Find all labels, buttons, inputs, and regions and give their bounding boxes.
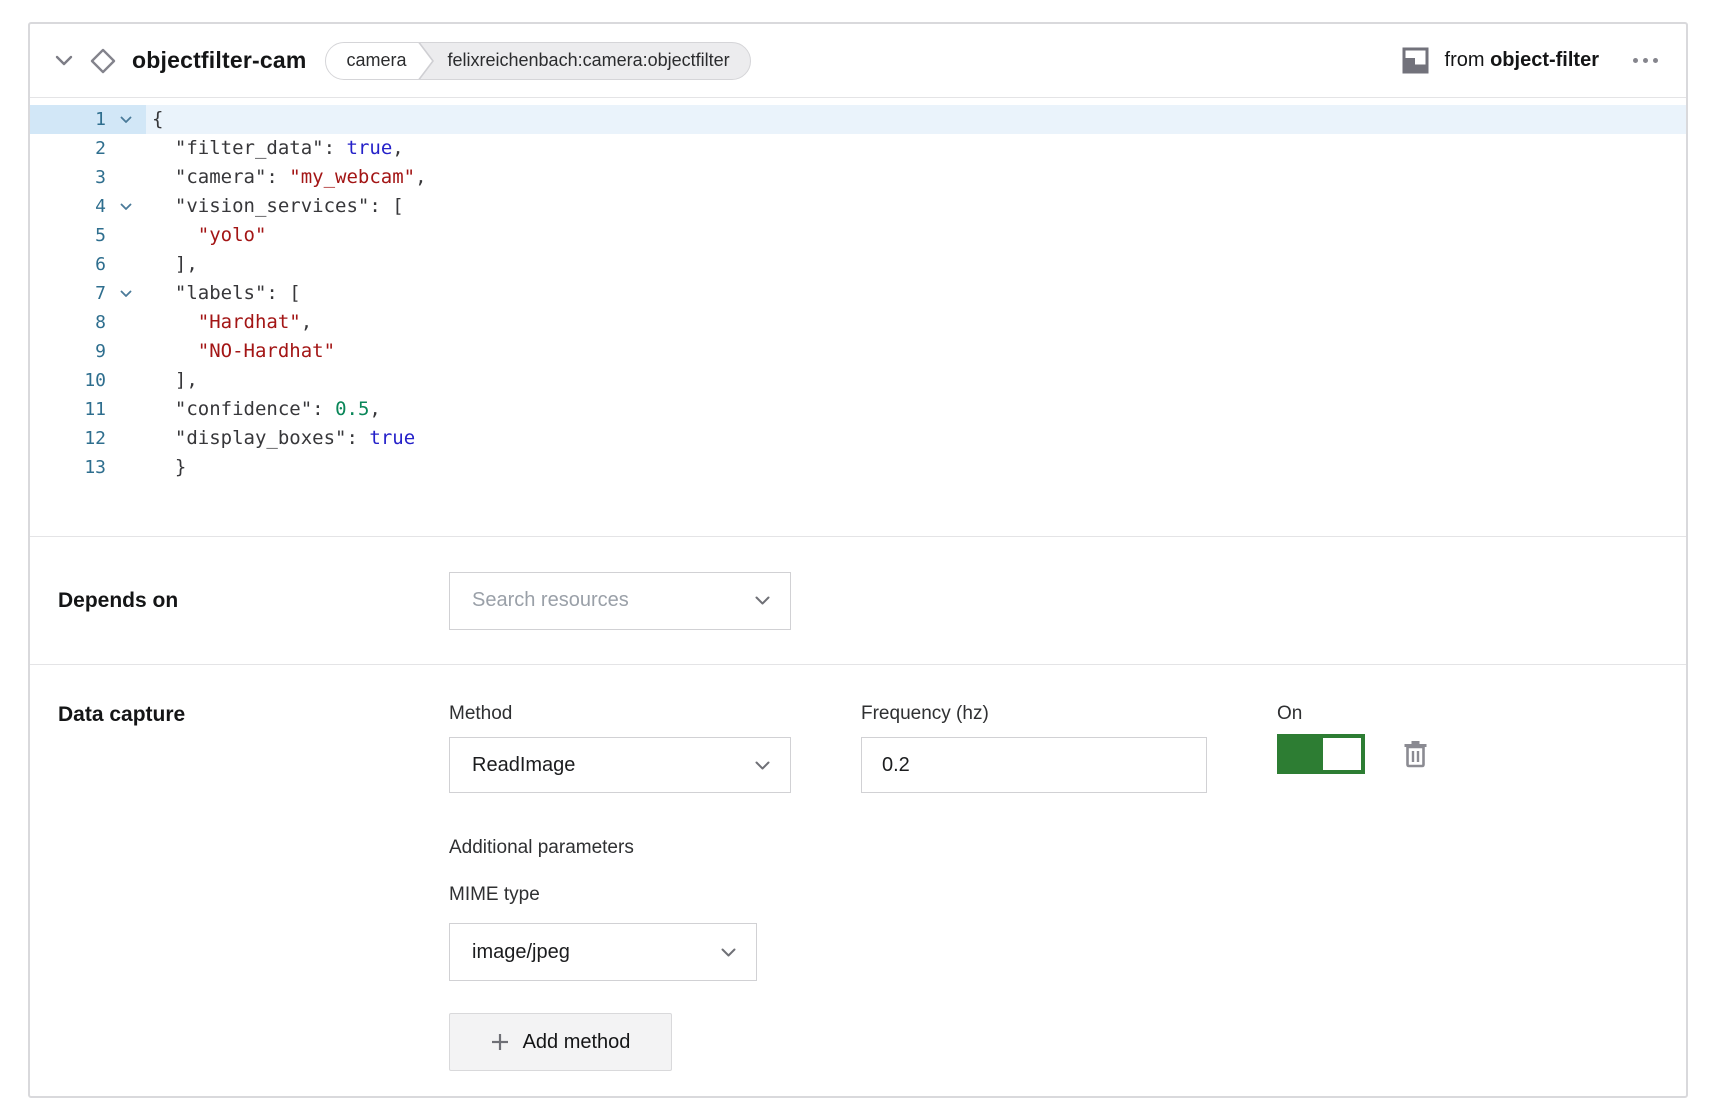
- from-prefix: from: [1445, 49, 1485, 71]
- code-editor[interactable]: 1{2 "filter_data": true,3 "camera": "my_…: [30, 98, 1686, 537]
- line-number: 10: [30, 366, 106, 395]
- fold-toggle[interactable]: [106, 192, 146, 221]
- line-number: 12: [30, 424, 106, 453]
- chevron-down-icon: [721, 948, 736, 957]
- code-line[interactable]: 11 "confidence": 0.5,: [30, 395, 1686, 424]
- fold-spacer: [106, 134, 146, 163]
- fold-spacer: [106, 337, 146, 366]
- component-model-badge: felixreichenbach:camera:objectfilter: [436, 43, 750, 79]
- code-line-text: ],: [146, 366, 1686, 395]
- fold-chevron-icon[interactable]: [120, 290, 132, 298]
- fold-toggle[interactable]: [106, 279, 146, 308]
- component-name: objectfilter-cam: [132, 47, 306, 74]
- depends-on-section: Depends on Search resources: [30, 537, 1686, 665]
- code-line[interactable]: 10 ],: [30, 366, 1686, 395]
- fold-spacer: [106, 366, 146, 395]
- add-method-button[interactable]: Add method: [449, 1013, 672, 1071]
- fold-spacer: [106, 250, 146, 279]
- depends-on-select[interactable]: Search resources: [449, 572, 791, 630]
- mime-type-select[interactable]: image/jpeg: [449, 923, 757, 981]
- code-line[interactable]: 8 "Hardhat",: [30, 308, 1686, 337]
- mime-type-value: image/jpeg: [472, 941, 570, 964]
- chevron-down-icon: [755, 596, 770, 605]
- code-line[interactable]: 6 ],: [30, 250, 1686, 279]
- from-module-label: from object-filter: [1445, 49, 1599, 72]
- add-method-label: Add method: [523, 1031, 631, 1054]
- mime-type-label: MIME type: [449, 884, 1662, 906]
- line-number: 7: [30, 279, 106, 308]
- code-line-text: ],: [146, 250, 1686, 279]
- line-number: 8: [30, 308, 106, 337]
- depends-on-placeholder: Search resources: [472, 589, 629, 612]
- from-module-name[interactable]: object-filter: [1490, 49, 1599, 71]
- toggle-knob: [1323, 738, 1361, 770]
- code-line-text: "yolo": [146, 221, 1686, 250]
- line-number: 2: [30, 134, 106, 163]
- method-value: ReadImage: [472, 754, 575, 777]
- code-line-text: "Hardhat",: [146, 308, 1686, 337]
- line-number: 9: [30, 337, 106, 366]
- toggle-label: On: [1277, 703, 1428, 725]
- plus-icon: [491, 1033, 509, 1051]
- additional-params-label: Additional parameters: [449, 837, 1662, 859]
- data-capture-label: Data capture: [58, 703, 449, 727]
- code-line-text: }: [146, 453, 1686, 482]
- line-number: 3: [30, 163, 106, 192]
- data-capture-section: Data capture Method ReadImage Frequency …: [30, 665, 1686, 1081]
- code-line-text: "confidence": 0.5,: [146, 395, 1686, 424]
- code-line[interactable]: 3 "camera": "my_webcam",: [30, 163, 1686, 192]
- code-line[interactable]: 9 "NO-Hardhat": [30, 337, 1686, 366]
- frequency-input[interactable]: [861, 737, 1207, 793]
- code-line[interactable]: 13 }: [30, 453, 1686, 482]
- fold-chevron-icon[interactable]: [120, 116, 132, 124]
- more-options-button[interactable]: [1629, 52, 1662, 69]
- component-type-pill: camera felixreichenbach:camera:objectfil…: [325, 42, 750, 80]
- fold-spacer: [106, 221, 146, 250]
- code-line-text: "camera": "my_webcam",: [146, 163, 1686, 192]
- fold-chevron-icon[interactable]: [120, 203, 132, 211]
- line-number: 5: [30, 221, 106, 250]
- fold-spacer: [106, 308, 146, 337]
- component-type-badge: camera: [326, 43, 416, 79]
- code-line[interactable]: 2 "filter_data": true,: [30, 134, 1686, 163]
- chevron-down-icon: [755, 761, 770, 770]
- fold-spacer: [106, 453, 146, 482]
- fold-toggle[interactable]: [106, 105, 146, 134]
- depends-on-label: Depends on: [58, 589, 449, 613]
- breadcrumb-chevron-icon: [416, 42, 436, 80]
- delete-method-button[interactable]: [1403, 740, 1428, 768]
- component-header: objectfilter-cam camera felixreichenbach…: [30, 24, 1686, 98]
- chevron-down-icon: [55, 55, 73, 66]
- line-number: 6: [30, 250, 106, 279]
- fold-spacer: [106, 395, 146, 424]
- module-icon: [1402, 47, 1429, 74]
- fold-spacer: [106, 424, 146, 453]
- code-line-text: "filter_data": true,: [146, 134, 1686, 163]
- code-line-text: "display_boxes": true: [146, 424, 1686, 453]
- code-line[interactable]: 4 "vision_services": [: [30, 192, 1686, 221]
- collapse-button[interactable]: [54, 51, 74, 71]
- code-line-text: "NO-Hardhat": [146, 337, 1686, 366]
- fold-spacer: [106, 163, 146, 192]
- code-line-text: "labels": [: [146, 279, 1686, 308]
- code-line[interactable]: 1{: [30, 105, 1686, 134]
- code-line[interactable]: 7 "labels": [: [30, 279, 1686, 308]
- line-number: 4: [30, 192, 106, 221]
- code-line[interactable]: 12 "display_boxes": true: [30, 424, 1686, 453]
- line-number: 13: [30, 453, 106, 482]
- component-diamond-icon: [89, 47, 117, 75]
- code-line[interactable]: 5 "yolo": [30, 221, 1686, 250]
- method-select[interactable]: ReadImage: [449, 737, 791, 793]
- code-line-text: {: [146, 105, 1686, 134]
- code-line-text: "vision_services": [: [146, 192, 1686, 221]
- frequency-label: Frequency (hz): [861, 703, 1207, 725]
- component-card: objectfilter-cam camera felixreichenbach…: [28, 22, 1688, 1098]
- trash-icon: [1403, 740, 1428, 768]
- method-label: Method: [449, 703, 791, 725]
- capture-on-toggle[interactable]: [1277, 734, 1365, 774]
- line-number: 11: [30, 395, 106, 424]
- line-number: 1: [30, 105, 106, 134]
